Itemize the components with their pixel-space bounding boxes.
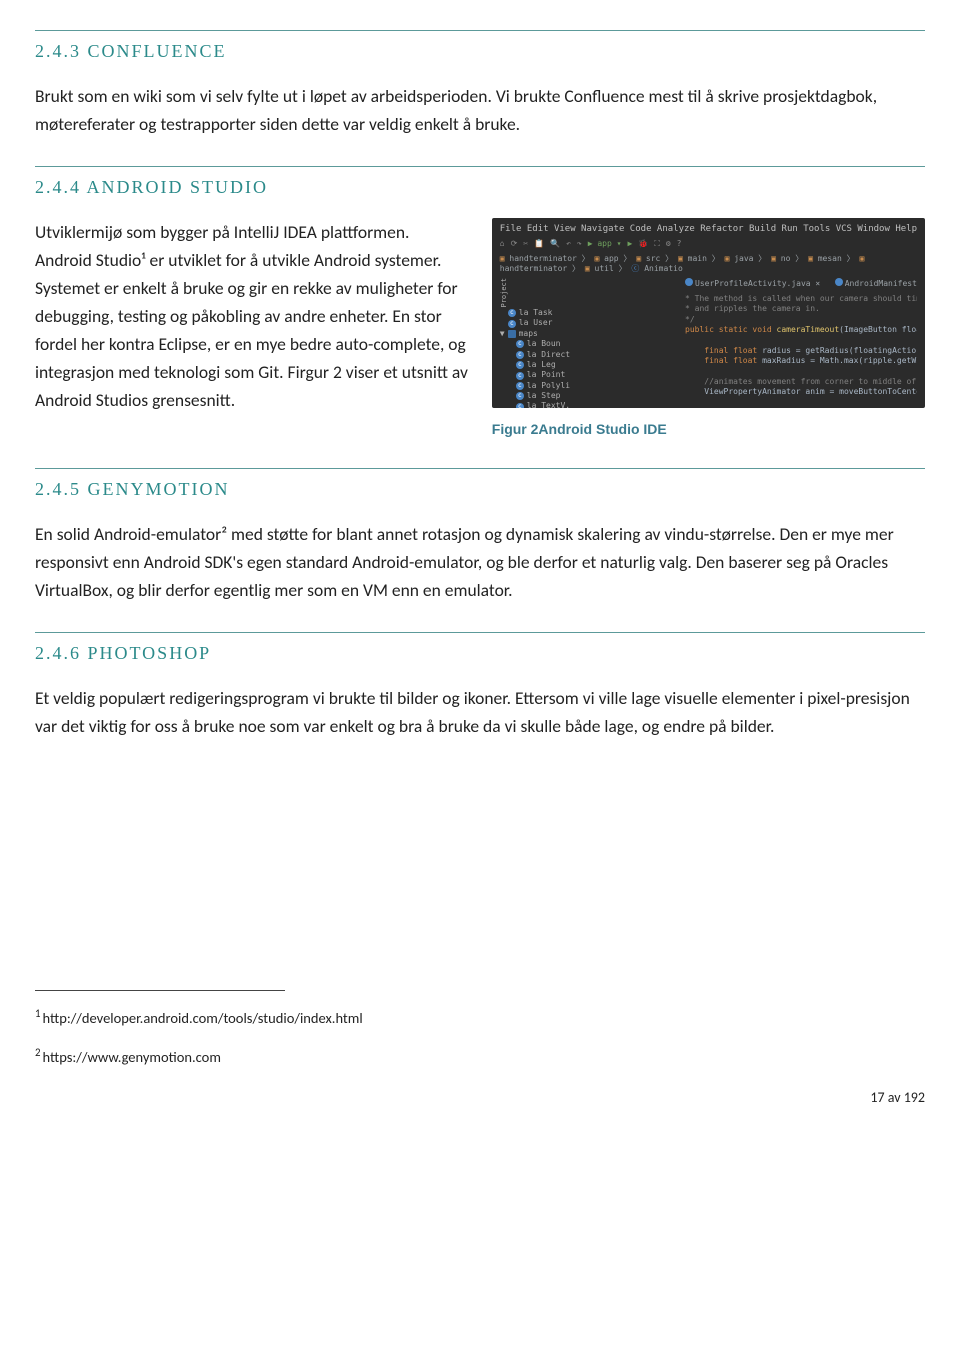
ide-breadcrumbs: ▣ handterminator 〉 ▣ app 〉 ▣ src 〉 ▣ mai… xyxy=(500,254,917,275)
footnote-separator xyxy=(35,990,285,991)
page-number: 17 av 192 xyxy=(35,1087,925,1109)
footnote-1: 1http://developer.android.com/tools/stud… xyxy=(35,1005,925,1030)
ide-code-editor: * The method is called when our camera s… xyxy=(685,294,917,408)
body-genymotion: En solid Android-emulator² med støtte fo… xyxy=(35,520,925,604)
figure-caption: Figur 2Android Studio IDE xyxy=(492,418,925,440)
ide-project-tree: Project cla Task cla User ▼maps cla Boun… xyxy=(500,278,675,407)
heading-genymotion: 2.4.5 GENYMOTION xyxy=(35,468,925,504)
heading-photoshop: 2.4.6 PHOTOSHOP xyxy=(35,632,925,668)
heading-confluence: 2.4.3 CONFLUENCE xyxy=(35,30,925,66)
ide-menubar: File Edit View Navigate Code Analyze Ref… xyxy=(500,224,917,236)
ide-screenshot: File Edit View Navigate Code Analyze Ref… xyxy=(492,218,925,408)
figure-android-studio: File Edit View Navigate Code Analyze Ref… xyxy=(492,218,925,440)
body-confluence: Brukt som en wiki som vi selv fylte ut i… xyxy=(35,82,925,138)
footnote-2: 2https://www.genymotion.com xyxy=(35,1044,925,1069)
body-android-studio: Utviklermijø som bygger på IntelliJ IDEA… xyxy=(35,218,470,414)
body-photoshop: Et veldig populært redigeringsprogram vi… xyxy=(35,684,925,740)
ide-toolbar: ⌂⟳✂📋🔍↶↷▶ app ▾▶🐞⛶⚙? xyxy=(500,239,917,249)
heading-android-studio: 2.4.4 ANDROID STUDIO xyxy=(35,166,925,202)
ide-editor-tabs: UserProfileActivity.java × AndroidManife… xyxy=(685,278,917,289)
